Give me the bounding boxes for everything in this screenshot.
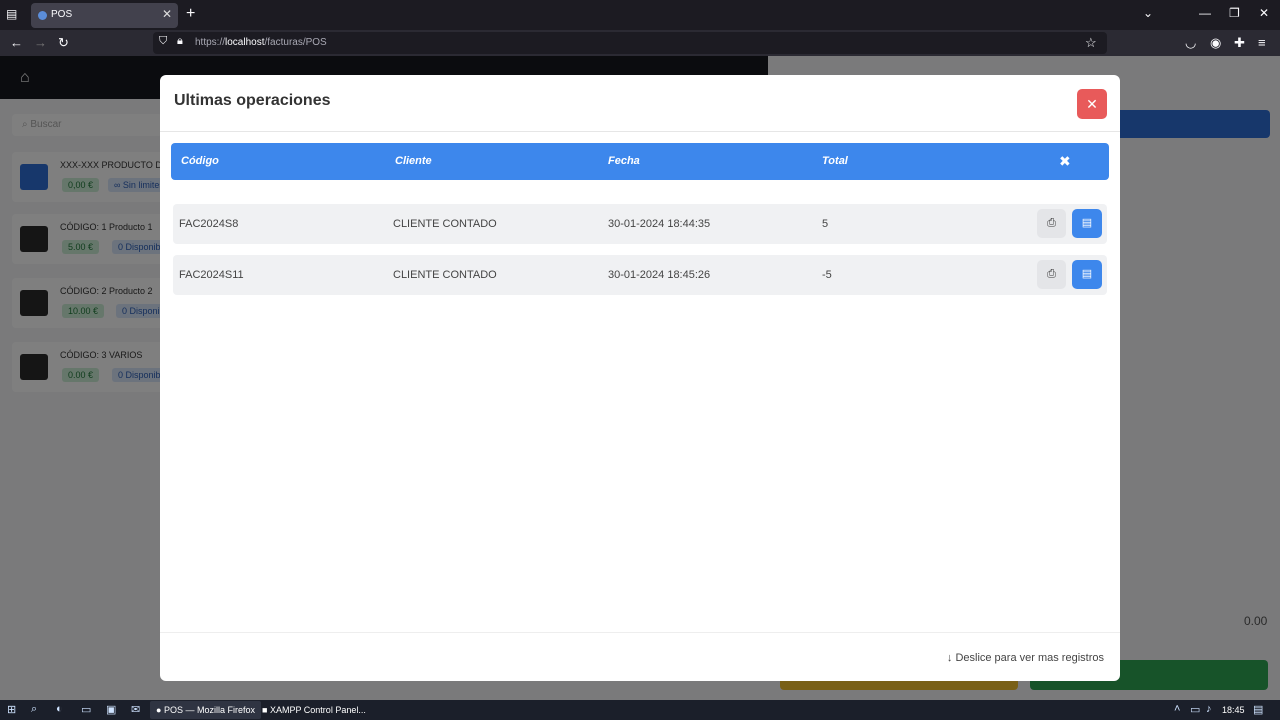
store-icon[interactable]: ▣ bbox=[106, 703, 116, 716]
tab-close-icon[interactable]: ✕ bbox=[162, 7, 172, 21]
mail-icon[interactable]: ✉ bbox=[131, 703, 140, 716]
url-text: https://localhost/facturas/POS bbox=[195, 37, 327, 48]
last-operations-modal: Ultimas operaciones ✕ Código Cliente Fec… bbox=[160, 75, 1120, 681]
browser-tabbar: ▤ POS ✕ + ⌄ — ❐ ✕ bbox=[0, 0, 1280, 30]
reload-icon[interactable]: ↻ bbox=[58, 35, 69, 51]
notifications-icon[interactable]: ▤ bbox=[1253, 703, 1263, 716]
shield-icon[interactable]: ⛉ bbox=[159, 35, 167, 48]
restore-icon[interactable]: ❐ bbox=[1229, 6, 1240, 20]
cell-total: -5 bbox=[822, 269, 832, 281]
view-document-button[interactable]: ▤ bbox=[1072, 260, 1102, 289]
new-tab-button[interactable]: + bbox=[186, 5, 195, 23]
account-icon[interactable]: ◉ bbox=[1210, 35, 1221, 51]
table-row: FAC2024S11 CLIENTE CONTADO 30-01-2024 18… bbox=[173, 255, 1107, 295]
back-arrow-icon[interactable]: ← bbox=[10, 35, 23, 50]
bookmark-star-icon[interactable]: ☆ bbox=[1085, 35, 1097, 51]
tab-list-icon[interactable]: ▤ bbox=[6, 7, 22, 23]
cell-fecha: 30-01-2024 18:45:26 bbox=[608, 269, 711, 281]
print-button[interactable]: ⎙ bbox=[1037, 209, 1066, 238]
modal-close-button[interactable]: ✕ bbox=[1077, 89, 1107, 119]
view-document-button[interactable]: ▤ bbox=[1072, 209, 1102, 238]
pocket-icon[interactable]: ◡ bbox=[1185, 35, 1196, 51]
arrow-down-icon: ↓ bbox=[946, 652, 953, 664]
cell-codigo: FAC2024S11 bbox=[179, 269, 244, 281]
scroll-hint: ↓ Deslice para ver mas registros bbox=[946, 652, 1104, 664]
minimize-icon[interactable]: — bbox=[1199, 6, 1211, 20]
column-header-fecha: Fecha bbox=[608, 155, 640, 167]
extensions-icon[interactable]: ✚ bbox=[1234, 35, 1245, 51]
xampp-icon: ■ bbox=[262, 705, 268, 715]
cell-cliente: CLIENTE CONTADO bbox=[393, 269, 497, 281]
column-header-total: Total bbox=[822, 155, 848, 167]
taskbar-app-xampp[interactable]: ■ XAMPP Control Panel... bbox=[256, 701, 372, 719]
column-header-codigo: Código bbox=[181, 155, 219, 167]
cell-fecha: 30-01-2024 18:44:35 bbox=[608, 218, 711, 230]
network-icon[interactable]: ▭ bbox=[1190, 703, 1200, 716]
printer-icon: ⎙ bbox=[1047, 217, 1056, 229]
edge-icon[interactable]: ◐ bbox=[56, 703, 63, 715]
modal-title: Ultimas operaciones bbox=[174, 92, 331, 109]
lock-icon[interactable]: 🔒︎ bbox=[177, 35, 183, 48]
cell-cliente: CLIENTE CONTADO bbox=[393, 218, 497, 230]
printer-icon: ⎙ bbox=[1047, 268, 1056, 280]
tab-title: POS bbox=[51, 9, 73, 20]
document-icon: ▤ bbox=[1081, 268, 1093, 280]
browser-navbar: ← → ↻ ⛉ 🔒︎ https://localhost/facturas/PO… bbox=[0, 30, 1280, 56]
volume-icon[interactable]: ♪ bbox=[1206, 703, 1212, 715]
menu-hamburger-icon[interactable]: ≡ bbox=[1258, 35, 1266, 50]
taskbar-app-firefox[interactable]: ● POS — Mozilla Firefox bbox=[150, 701, 261, 719]
document-icon: ▤ bbox=[1081, 217, 1093, 229]
url-bar[interactable]: ⛉ 🔒︎ https://localhost/facturas/POS ☆ bbox=[153, 32, 1107, 54]
favicon-icon bbox=[38, 11, 47, 20]
table-row: FAC2024S8 CLIENTE CONTADO 30-01-2024 18:… bbox=[173, 204, 1107, 244]
operations-table-header: Código Cliente Fecha Total ✖ bbox=[171, 143, 1109, 180]
search-icon[interactable]: ⌕ bbox=[31, 703, 37, 716]
tab-overflow-chevron-icon[interactable]: ⌄ bbox=[1143, 6, 1153, 20]
column-header-cliente: Cliente bbox=[395, 155, 432, 167]
file-explorer-icon[interactable]: ▭ bbox=[81, 703, 91, 716]
clock: 18:45 bbox=[1222, 705, 1245, 715]
browser-tab-pos[interactable]: POS ✕ bbox=[31, 3, 178, 28]
tray-chevron-icon[interactable]: ˄ bbox=[1174, 703, 1180, 715]
firefox-icon: ● bbox=[156, 705, 162, 715]
modal-footer: ↓ Deslice para ver mas registros bbox=[160, 632, 1120, 681]
cell-total: 5 bbox=[822, 218, 829, 230]
forward-arrow-icon[interactable]: → bbox=[34, 35, 47, 50]
windows-start-icon[interactable]: ⊞ bbox=[7, 703, 16, 716]
print-button[interactable]: ⎙ bbox=[1037, 260, 1066, 289]
tools-icon: ✖ bbox=[1059, 153, 1071, 169]
cell-codigo: FAC2024S8 bbox=[179, 218, 239, 230]
modal-header: Ultimas operaciones ✕ bbox=[160, 75, 1120, 132]
windows-taskbar: ⊞ ⌕ ◐ ▭ ▣ ✉ ● POS — Mozilla Firefox ■ XA… bbox=[0, 700, 1280, 720]
window-close-icon[interactable]: ✕ bbox=[1259, 6, 1269, 20]
